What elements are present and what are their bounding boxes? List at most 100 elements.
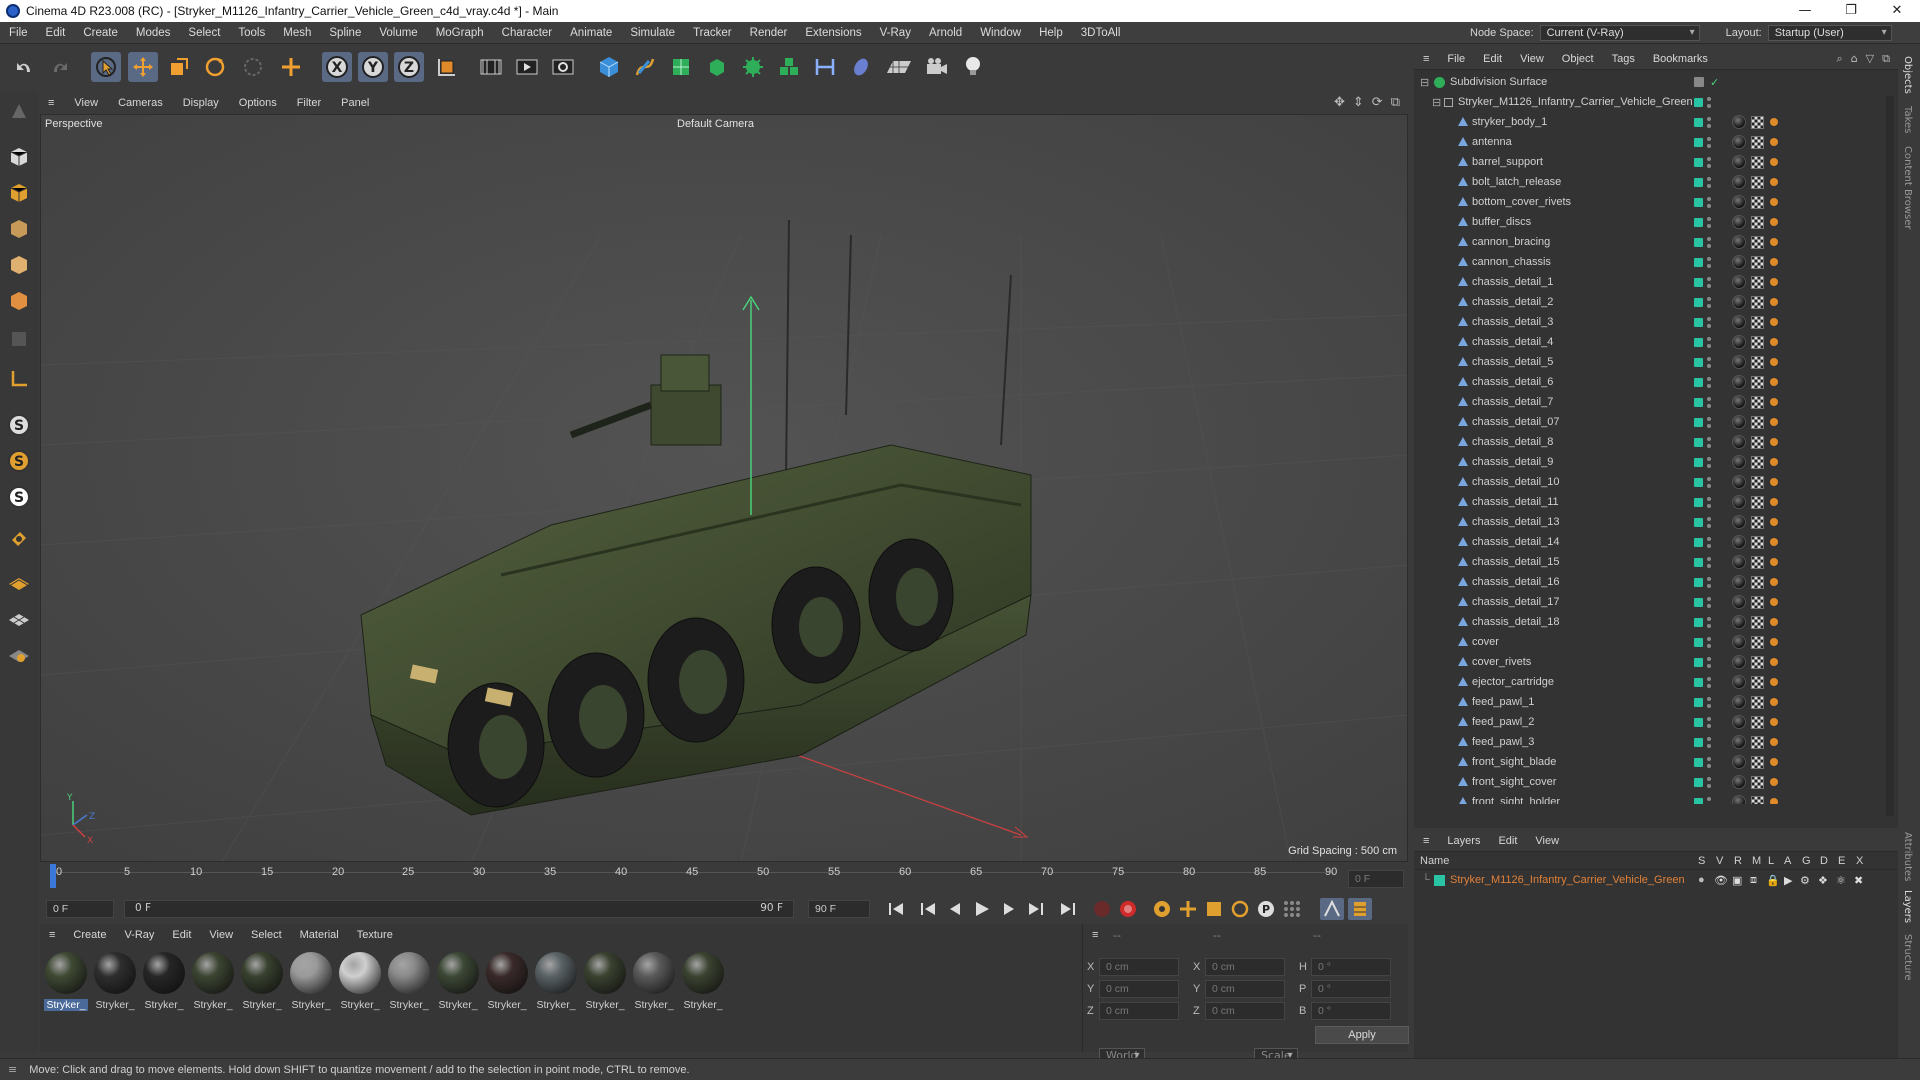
floor-icon[interactable] (884, 52, 914, 82)
coordinate-system-icon[interactable] (432, 52, 462, 82)
menu-select[interactable]: Select (179, 27, 229, 39)
object-row[interactable]: bottom_cover_rivets (1414, 192, 1898, 212)
object-menu-tags[interactable]: Tags (1603, 53, 1644, 65)
object-row[interactable]: chassis_detail_7 (1414, 392, 1898, 412)
texture-tag-icon[interactable] (1751, 255, 1764, 269)
material-tag-icon[interactable] (1732, 295, 1746, 309)
layer-xref-icon[interactable]: ✖ (1854, 874, 1863, 887)
go-to-start-icon[interactable] (884, 898, 908, 920)
visibility-dots-icon[interactable] (1707, 616, 1711, 628)
pos-x-field[interactable]: 0 cm (1099, 958, 1179, 976)
visibility-dots-icon[interactable] (1707, 476, 1711, 488)
viewport-menu-view[interactable]: View (64, 97, 108, 109)
vray-tag-icon[interactable] (1770, 238, 1778, 246)
field-icon[interactable] (846, 52, 876, 82)
points-mode-icon[interactable] (4, 214, 34, 244)
extrude-icon[interactable] (702, 52, 732, 82)
object-row[interactable]: chassis_detail_2 (1414, 292, 1898, 312)
cube-icon[interactable] (594, 52, 624, 82)
polygons-mode-icon[interactable] (4, 286, 34, 316)
layer-menu-view[interactable]: View (1526, 835, 1568, 847)
viewport-menu-options[interactable]: Options (229, 97, 287, 109)
node-space-dropdown[interactable]: Current (V-Ray) (1539, 25, 1700, 41)
material-tag-icon[interactable] (1732, 315, 1746, 329)
texture-tag-icon[interactable] (1751, 595, 1764, 609)
vray-tag-icon[interactable] (1770, 358, 1778, 366)
go-to-end-icon[interactable] (1056, 898, 1080, 920)
material-tag-icon[interactable] (1732, 715, 1746, 729)
material-tag-icon[interactable] (1732, 175, 1746, 189)
undo-icon[interactable] (10, 52, 40, 82)
material-tag-icon[interactable] (1732, 655, 1746, 669)
material-swatch[interactable]: Stryker_ (583, 952, 627, 1011)
material-swatch[interactable]: Stryker_ (289, 952, 333, 1011)
object-row[interactable]: chassis_detail_11 (1414, 492, 1898, 512)
vray-tag-icon[interactable] (1770, 658, 1778, 666)
material-menu-edit[interactable]: Edit (163, 929, 200, 941)
vray-tag-icon[interactable] (1770, 258, 1778, 266)
material-menu-create[interactable]: Create (64, 929, 115, 941)
texture-tag-icon[interactable] (1751, 515, 1764, 529)
menu-animate[interactable]: Animate (561, 27, 621, 39)
object-row[interactable]: cannon_bracing (1414, 232, 1898, 252)
scene-icon[interactable] (810, 52, 840, 82)
vray-tag-icon[interactable] (1770, 498, 1778, 506)
status-hamburger-icon[interactable]: ≡ (8, 1063, 17, 1076)
material-menu-material[interactable]: Material (291, 929, 348, 941)
material-tag-icon[interactable] (1732, 635, 1746, 649)
material-tag-icon[interactable] (1732, 475, 1746, 489)
menu-character[interactable]: Character (493, 27, 562, 39)
object-row[interactable]: chassis_detail_10 (1414, 472, 1898, 492)
object-hamburger-icon[interactable]: ≡ (1414, 53, 1438, 65)
end-frame-field[interactable]: 90 F (808, 900, 870, 918)
vray-tag-icon[interactable] (1770, 298, 1778, 306)
texture-tag-icon[interactable] (1751, 795, 1764, 804)
object-row[interactable]: chassis_detail_8 (1414, 432, 1898, 452)
visibility-dots-icon[interactable] (1707, 636, 1711, 648)
maximize-button[interactable]: ❐ (1828, 0, 1874, 22)
tab-objects[interactable]: Objects (1902, 56, 1913, 94)
material-tag-icon[interactable] (1732, 595, 1746, 609)
visibility-dots-icon[interactable] (1707, 396, 1711, 408)
menu-file[interactable]: File (0, 27, 37, 39)
object-row[interactable]: ejector_cartridge (1414, 672, 1898, 692)
object-row[interactable]: cover (1414, 632, 1898, 652)
tab-attributes[interactable]: Attributes (1902, 832, 1913, 881)
texture-tag-icon[interactable] (1751, 315, 1764, 329)
material-tag-icon[interactable] (1732, 375, 1746, 389)
size-z-field[interactable]: 0 cm (1205, 1002, 1285, 1020)
vray-tag-icon[interactable] (1770, 398, 1778, 406)
tab-layers[interactable]: Layers (1902, 890, 1913, 923)
vray-tag-icon[interactable] (1770, 278, 1778, 286)
texture-tag-icon[interactable] (1751, 395, 1764, 409)
texture-tag-icon[interactable] (1751, 435, 1764, 449)
visibility-dots-icon[interactable] (1707, 376, 1711, 388)
object-row[interactable]: barrel_support (1414, 152, 1898, 172)
visibility-dots-icon[interactable] (1707, 556, 1711, 568)
pos-z-field[interactable]: 0 cm (1099, 1002, 1179, 1020)
snap-settings-icon[interactable]: S (4, 446, 34, 476)
material-tag-icon[interactable] (1732, 215, 1746, 229)
vray-tag-icon[interactable] (1770, 338, 1778, 346)
visibility-dots-icon[interactable] (1707, 776, 1711, 788)
texture-mode-icon[interactable] (4, 178, 34, 208)
vray-tag-icon[interactable] (1770, 618, 1778, 626)
size-y-field[interactable]: 0 cm (1205, 980, 1285, 998)
vray-tag-icon[interactable] (1770, 138, 1778, 146)
visibility-dots-icon[interactable] (1707, 576, 1711, 588)
object-row[interactable]: feed_pawl_2 (1414, 712, 1898, 732)
mograph-cloner-icon[interactable] (738, 52, 768, 82)
material-tag-icon[interactable] (1732, 535, 1746, 549)
texture-tag-icon[interactable] (1751, 335, 1764, 349)
layer-solo-icon[interactable]: ● (1698, 874, 1705, 886)
layer-generators-icon[interactable]: ⚙ (1800, 874, 1810, 887)
edges-mode-icon[interactable] (4, 250, 34, 280)
layer-animation-icon[interactable]: ▶ (1784, 874, 1792, 887)
material-hamburger-icon[interactable]: ≡ (40, 929, 64, 941)
material-tag-icon[interactable] (1732, 775, 1746, 789)
object-row[interactable]: feed_pawl_3 (1414, 732, 1898, 752)
vray-tag-icon[interactable] (1770, 118, 1778, 126)
material-swatch[interactable]: Stryker_ (436, 952, 480, 1011)
object-row[interactable]: cover_rivets (1414, 652, 1898, 672)
visibility-dots-icon[interactable] (1707, 756, 1711, 768)
